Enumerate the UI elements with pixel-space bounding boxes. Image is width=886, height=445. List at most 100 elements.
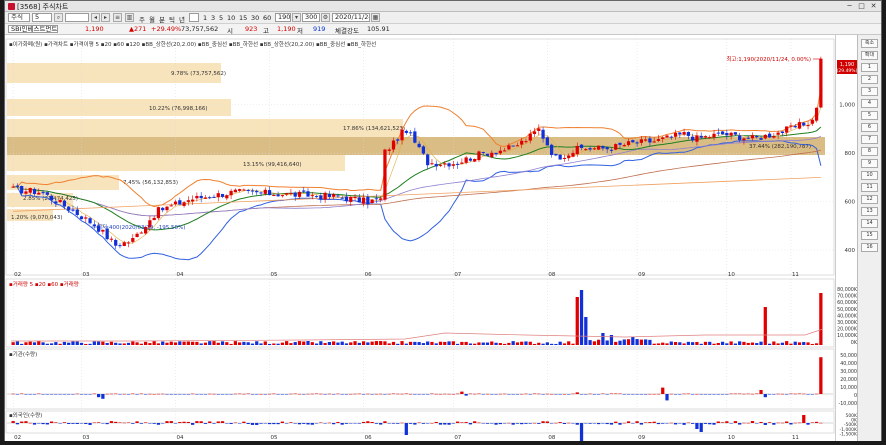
next-icon[interactable]: ▸	[101, 13, 110, 22]
right-tool-button[interactable]: 3	[861, 87, 878, 96]
institution-bar	[532, 393, 537, 395]
right-tool-button[interactable]: 9	[861, 159, 878, 168]
volume-bar	[622, 339, 626, 345]
volume-bar	[327, 341, 332, 345]
institution-bar	[567, 394, 571, 395]
foreign-bar	[366, 421, 370, 423]
institution-bar	[644, 394, 648, 395]
maximize-button[interactable]: □	[857, 2, 866, 10]
calendar-icon[interactable]: ▦	[371, 13, 380, 22]
candle-body	[238, 189, 242, 191]
volume-bar	[62, 341, 67, 345]
volume-ytick: 30,000K	[837, 320, 858, 326]
right-tool-button[interactable]: 12	[861, 195, 878, 204]
volume-bar	[302, 341, 306, 345]
code-input[interactable]: 5	[32, 13, 52, 22]
chart-icon[interactable]: ▥	[125, 13, 134, 22]
right-tool-button[interactable]: 5	[861, 111, 878, 120]
minute-input[interactable]	[189, 13, 199, 22]
volume-bar	[259, 343, 263, 345]
right-tool-button[interactable]: 2	[861, 75, 878, 84]
foreign-bar	[216, 421, 220, 423]
minute-5[interactable]: 5	[219, 14, 223, 22]
right-tool-button[interactable]: 6	[861, 123, 878, 132]
institution-bar	[220, 394, 225, 395]
institution-bar	[485, 393, 490, 395]
right-tool-button[interactable]: 16	[861, 243, 878, 252]
date-input[interactable]: 2020/11/24	[332, 13, 370, 22]
settings-icon[interactable]: ⚙	[321, 13, 330, 22]
institution-bar	[716, 394, 720, 395]
candle-body	[302, 190, 306, 192]
price-legend: ▪이가화폐(원) ▪가격차트 ▪가격이평 5 ▪20 ▪60 ▪120 ▪BB_…	[9, 40, 376, 48]
right-tool-button[interactable]: 1	[861, 63, 878, 72]
count-spin-icon[interactable]: ▾	[292, 13, 301, 22]
institution-bar	[614, 393, 618, 395]
month-label: 04	[177, 272, 184, 278]
foreign-bar	[370, 421, 374, 423]
candle-body	[481, 152, 485, 154]
institution-bar	[173, 394, 178, 395]
volume-bar	[750, 342, 755, 345]
minute-60[interactable]: 60	[263, 14, 271, 22]
tab-month[interactable]: 월	[149, 14, 155, 24]
volume-bar	[776, 343, 780, 345]
candle-body	[567, 155, 571, 159]
volume-bar	[699, 343, 703, 345]
right-tool-button[interactable]: 13	[861, 207, 878, 216]
chart-svg[interactable]: 9.78% (73,757,562) 10.22% (76,998,166) 17.…	[5, 35, 835, 445]
right-tool-button[interactable]: 축소	[861, 39, 878, 48]
minute-10[interactable]: 10	[227, 14, 235, 22]
foreign-bar	[84, 423, 88, 425]
tab-tick[interactable]: 틱	[169, 14, 175, 24]
volume-value: 73,757,562	[181, 25, 219, 33]
foreign-bar	[575, 423, 579, 425]
close-button[interactable]: ✕	[869, 2, 878, 10]
search-icon[interactable]: ⌕	[54, 13, 63, 22]
foreign-bar	[88, 423, 92, 425]
minute-1[interactable]: 1	[203, 14, 207, 22]
tab-year[interactable]: 년	[179, 14, 185, 24]
minute-30[interactable]: 30	[251, 14, 259, 22]
volume-bar	[148, 343, 152, 345]
volume-bar	[755, 343, 759, 345]
count2-input[interactable]: 300	[302, 13, 320, 22]
right-tool-button[interactable]: 11	[861, 183, 878, 192]
institution-bar	[806, 394, 810, 395]
candle-body	[759, 138, 763, 140]
right-tool-button[interactable]: 14	[861, 219, 878, 228]
right-tool-button[interactable]: 7	[861, 135, 878, 144]
foreign-bar	[169, 421, 173, 423]
volume-bar	[54, 342, 58, 345]
foreign-bar	[712, 423, 716, 425]
y-axis-svg: 1,000 800 600 400 1,190(29.49%) 80,000K70,000…	[837, 60, 858, 437]
list-icon[interactable]: ≡	[113, 13, 122, 22]
count-input[interactable]: 190	[275, 13, 291, 22]
right-tool-button[interactable]: 15	[861, 231, 878, 240]
tab-day[interactable]: 주	[139, 14, 145, 24]
candle-body	[588, 148, 592, 150]
foreign-bar	[152, 423, 156, 424]
market-select[interactable]: 주식	[8, 13, 30, 22]
foreign-bar	[567, 422, 571, 424]
institution-bar	[588, 393, 592, 395]
institution-ytick: 30,000	[840, 369, 857, 375]
right-tool-button[interactable]: 확대	[861, 51, 878, 60]
tab-minute[interactable]: 분	[159, 14, 165, 24]
minute-3[interactable]: 3	[211, 14, 215, 22]
minimize-button[interactable]: ─	[845, 2, 854, 10]
foreign-bar	[648, 422, 652, 423]
foreign-bar	[810, 422, 814, 423]
volume-bar	[126, 342, 131, 345]
right-tool-button[interactable]: 10	[861, 171, 878, 180]
minute-15[interactable]: 15	[239, 14, 247, 22]
foreign-bar	[173, 423, 178, 424]
right-tool-button[interactable]: 8	[861, 147, 878, 156]
right-tool-button[interactable]: 4	[861, 99, 878, 108]
name-field[interactable]	[65, 13, 89, 22]
candle-body	[763, 134, 767, 139]
prev-icon[interactable]: ◂	[91, 13, 100, 22]
chart-area[interactable]: 9.78% (73,757,562) 10.22% (76,998,166) 17.…	[5, 35, 835, 445]
candle-body	[41, 192, 45, 194]
foreign-bar	[387, 423, 391, 424]
